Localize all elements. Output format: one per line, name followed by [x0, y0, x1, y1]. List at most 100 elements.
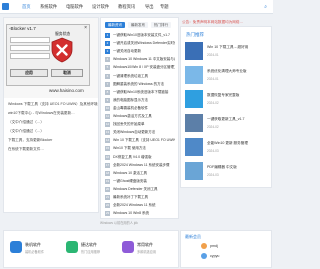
- list-item[interactable]: 4 Windows 10 Windows 11 中文版安装与说明: [105, 56, 175, 63]
- recommend-date: 2024-03: [207, 149, 219, 153]
- apply-button[interactable]: 应用: [10, 69, 48, 77]
- recommend-title[interactable]: 全能Win10 更新 服务管理: [207, 141, 267, 146]
- recommend-item[interactable]: 全能Win10 更新 服务管理 2024-03: [185, 138, 269, 158]
- list-item[interactable]: 16 DX修复工具 V4.0 增强版: [105, 154, 175, 161]
- rank-number: 16: [105, 154, 110, 160]
- list-item[interactable]: 18 Windows 10 激活工具: [105, 170, 175, 177]
- nav-tutorial[interactable]: 教程资讯: [118, 4, 135, 10]
- search-icon[interactable]: ⌕: [264, 4, 267, 10]
- list-item[interactable]: 3 一键关闭自动更新: [105, 48, 175, 55]
- list-item[interactable]: 6 一键清理系统垃圾工具: [105, 73, 175, 80]
- list-item[interactable]: 19 一键Ghost硬盘版安装: [105, 178, 175, 185]
- tab-latest-release[interactable]: 最新发布: [128, 22, 148, 28]
- list-item-title[interactable]: 找回丢失的开始菜单: [113, 122, 145, 127]
- list-item-title[interactable]: 一键获取Win10系统旧版本下载链接: [113, 90, 168, 95]
- list-item[interactable]: 23 Windows 10 Win8 系统: [105, 210, 175, 217]
- description-line: （文中介绍通过（…）: [8, 120, 44, 124]
- recommend-item[interactable]: PDF编辑器 中文版 2024-03: [185, 162, 269, 182]
- list-item-title[interactable]: Windows 10 Win8 系统: [113, 211, 149, 216]
- recommend-title[interactable]: PDF编辑器 中文版: [207, 165, 267, 170]
- list-item[interactable]: 7 图解重装系统的 Windows 的方法: [105, 81, 175, 88]
- list-item-title[interactable]: Windows10/Win 8 / XP 安装盘分区管理工具: [113, 65, 175, 70]
- thumbnail[interactable]: [185, 66, 203, 84]
- list-item-title[interactable]: Windows激活方式及工具: [113, 114, 152, 119]
- rank-number: 17: [105, 162, 110, 168]
- list-item-title[interactable]: 一键清理系统垃圾工具: [113, 74, 148, 79]
- member-name[interactable]: pmdj: [210, 244, 218, 248]
- recommend-item[interactable]: Win 10 下载工具 – 超好用 2024-01: [185, 42, 269, 62]
- card-title[interactable]: 常用软件: [137, 242, 153, 248]
- list-item[interactable]: 12 找回丢失的开始菜单: [105, 121, 175, 128]
- list-item-title[interactable]: Win10 下载 使用方法: [113, 146, 146, 151]
- rank-number: 2: [105, 41, 110, 47]
- thumbnail[interactable]: [185, 114, 203, 132]
- thumbnail[interactable]: [185, 90, 203, 108]
- nav-pc[interactable]: 电脑软件: [66, 4, 83, 10]
- list-item[interactable]: 15 Win10 下载 使用方法: [105, 145, 175, 152]
- tab-latest-news[interactable]: 最新资讯: [105, 22, 125, 28]
- thumbnail[interactable]: [185, 138, 203, 156]
- list-item[interactable]: 11 Windows激活方式及工具: [105, 113, 175, 120]
- list-item-title[interactable]: 最新系统补丁下载工具: [113, 195, 148, 200]
- article-panel: -Blocker v1.7 × 服务状态 应用 取消 www.haisino.c…: [3, 17, 99, 213]
- list-item[interactable]: 10 金山毒霸装机必备软件: [105, 105, 175, 112]
- list-item[interactable]: 21 最新系统补丁下载工具: [105, 194, 175, 201]
- thumbnail[interactable]: [185, 42, 203, 60]
- list-item-title[interactable]: 一键关闭自动更新: [113, 49, 141, 54]
- avatar[interactable]: [201, 243, 207, 249]
- nav-system[interactable]: 系统软件: [40, 4, 57, 10]
- nav-design[interactable]: 设计软件: [92, 4, 109, 10]
- tab-hot-ranking[interactable]: 热门排行: [151, 22, 171, 28]
- recommend-date: 2024-02: [207, 125, 219, 129]
- list-item-title[interactable]: 全新2024 Windows 11 系统安装步骤: [113, 163, 170, 168]
- app-window: -Blocker v1.7 × 服务状态 应用 取消: [6, 24, 90, 86]
- option-field: [10, 53, 50, 59]
- tabbed-list-panel: 最新资讯 最新发布 热门排行 1 一键获取Win10旧版本安装文件_v1.7 2 一键…: [100, 17, 179, 219]
- list-item-title[interactable]: 一键开启或关闭Windows Defender实时保护: [113, 41, 175, 46]
- list-item-title[interactable]: 全新2024 Windows 11 系统: [113, 203, 156, 208]
- list-item[interactable]: 22 全新2024 Windows 11 系统: [105, 202, 175, 209]
- recommend-item[interactable]: 系统优化清理大师专业版 2024-01: [185, 66, 269, 86]
- avatar[interactable]: [201, 253, 207, 259]
- list-item-title[interactable]: Windows 10 Windows 11 中文版安装与说明: [113, 57, 175, 62]
- list-item[interactable]: 2 一键开启或关闭Windows Defender实时保护: [105, 40, 175, 47]
- list-item-title[interactable]: 关闭Windows自动更新方法: [113, 130, 155, 135]
- recommend-title[interactable]: 一键获取更新工具_v1.7: [207, 117, 267, 122]
- list-item-title[interactable]: 金山毒霸装机必备软件: [113, 106, 148, 111]
- list-item[interactable]: 9 我的电脑图标显示方法: [105, 97, 175, 104]
- nav-topic[interactable]: 专题: [160, 4, 169, 10]
- list-item-title[interactable]: 一键获取Win10旧版本安装文件_v1.7: [113, 33, 170, 38]
- list-item[interactable]: 17 全新2024 Windows 11 系统安装步骤: [105, 162, 175, 169]
- list-item-title[interactable]: Windows Defender 关闭工具: [113, 187, 158, 192]
- nav-home[interactable]: 首页: [22, 4, 31, 10]
- recommend-title[interactable]: Win 10 下载工具 – 超好用: [207, 45, 267, 50]
- list-item-title[interactable]: Windows 10 激活工具: [113, 171, 147, 176]
- thumbnail[interactable]: [185, 162, 203, 180]
- category-cards: 装机软件 装机必备软件 捷达软件 热门应用推荐 常用软件 多款精选应用: [3, 230, 179, 268]
- recommend-title[interactable]: 系统优化清理大师专业版: [207, 69, 267, 74]
- list-item[interactable]: 14 Win 10 下载工具（支持 UEO1 FO UWIN）: [105, 137, 175, 144]
- list-item[interactable]: 1 一键获取Win10旧版本安装文件_v1.7: [105, 32, 175, 39]
- card-title[interactable]: 捷达软件: [81, 242, 97, 248]
- list-item-title[interactable]: 图解重装系统的 Windows 的方法: [113, 82, 164, 87]
- recommend-item[interactable]: 一键获取更新工具_v1.7 2024-02: [185, 114, 269, 134]
- site-logo[interactable]: [2, 3, 9, 10]
- member-name[interactable]: cypyu: [210, 254, 219, 258]
- recommend-title[interactable]: 数据恢复专家完整版: [207, 93, 267, 98]
- list-item-title[interactable]: 一键Ghost硬盘版安装: [113, 179, 147, 184]
- cancel-button[interactable]: 取消: [51, 69, 83, 77]
- list-item-title[interactable]: DX修复工具 V4.0 增强版: [113, 155, 152, 160]
- card-title[interactable]: 装机软件: [25, 242, 41, 248]
- list-item[interactable]: 8 一键获取Win10系统旧版本下载链接: [105, 89, 175, 96]
- rank-number: 3: [105, 49, 110, 55]
- list-item[interactable]: 20 Windows Defender 关闭工具: [105, 186, 175, 193]
- list-item[interactable]: 13 关闭Windows自动更新方法: [105, 129, 175, 136]
- list-item[interactable]: 5 Windows10/Win 8 / XP 安装盘分区管理工具: [105, 64, 175, 71]
- list-item-title[interactable]: 我的电脑图标显示方法: [113, 98, 148, 103]
- rank-number: 23: [105, 211, 110, 217]
- recommend-item[interactable]: 数据恢复专家完整版 2024-02: [185, 90, 269, 110]
- rank-number: 12: [105, 122, 110, 128]
- watermark-text: www.haisino.com: [49, 88, 84, 93]
- list-item-title[interactable]: Win 10 下载工具（支持 UEO1 FO UWIN）: [113, 138, 175, 143]
- nav-export[interactable]: 导出: [145, 4, 154, 10]
